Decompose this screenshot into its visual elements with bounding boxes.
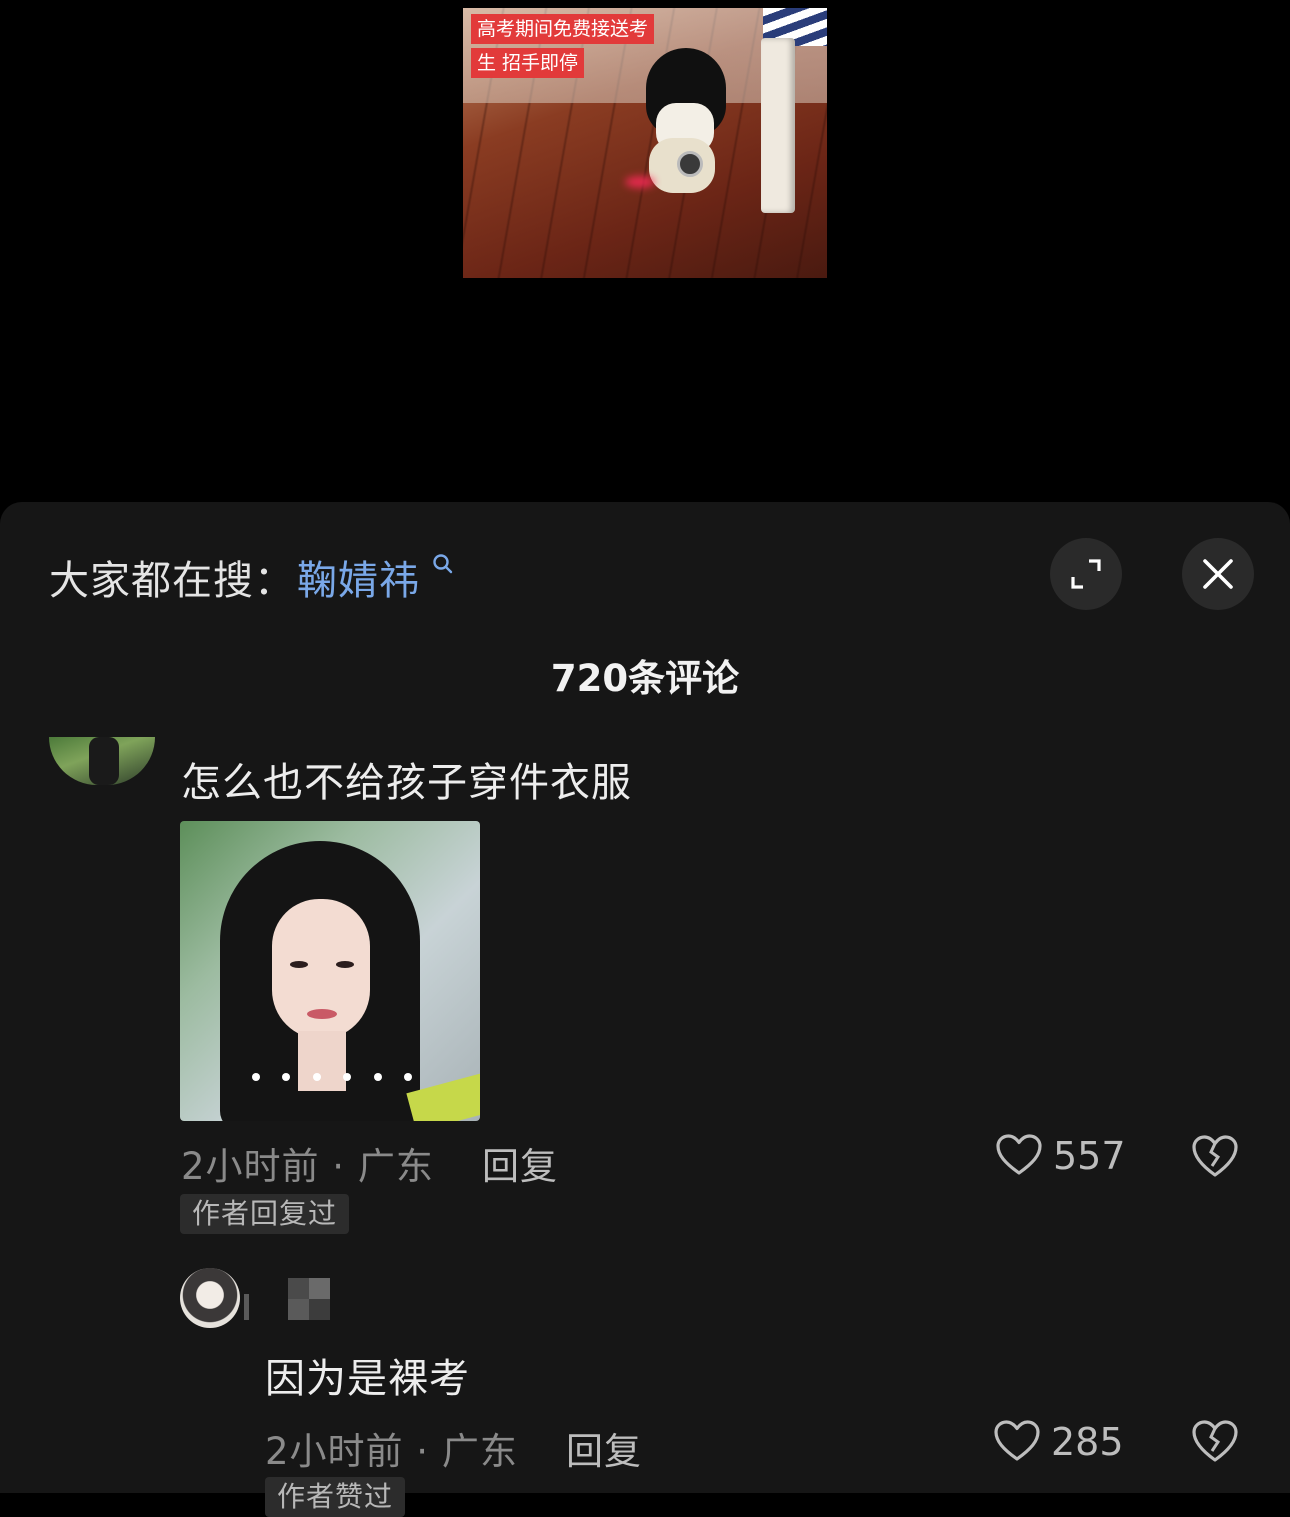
like-count: 557 [1053, 1134, 1126, 1178]
search-suggestion-term[interactable]: 鞠婧祎 [297, 548, 420, 606]
image-eye-right [336, 961, 354, 968]
video-red-light [625, 176, 655, 188]
reply-meta: 2小时前 · 广东 [265, 1430, 518, 1473]
video-caption-line2: 生 招手即停 [471, 48, 585, 78]
comment-image[interactable] [180, 821, 480, 1121]
reply-button[interactable]: 回复 [566, 1421, 642, 1475]
username-fragment [244, 1294, 249, 1320]
heart-icon[interactable] [995, 1133, 1043, 1177]
avatar-figure [89, 737, 119, 785]
comment-meta: 2小时前 · 广东 [181, 1145, 434, 1188]
broken-heart-icon[interactable] [1191, 1418, 1239, 1464]
broken-heart-icon[interactable] [1191, 1133, 1239, 1179]
author-liked-badge: 作者赞过 [265, 1477, 406, 1517]
image-lips [307, 1009, 337, 1019]
search-suggestion-prefix: 大家都在搜： [49, 558, 295, 604]
reply-text: 因为是裸考 [265, 1356, 470, 1402]
expand-icon [1071, 559, 1101, 589]
author-replied-badge: 作者回复过 [180, 1194, 350, 1234]
video-robot-eye [677, 151, 703, 177]
video-caption-line1: 高考期间免费接送考 [471, 14, 655, 44]
comment-count-title: 720条评论 [550, 657, 740, 700]
like-count: 285 [1051, 1420, 1124, 1464]
close-button[interactable] [1182, 538, 1254, 610]
expand-button[interactable] [1050, 538, 1122, 610]
comment-text: 怎么也不给孩子穿件衣服 [181, 760, 632, 806]
video-preview[interactable]: 高考期间免费接送考 生 招手即停 [463, 8, 827, 278]
reply-avatar[interactable] [180, 1268, 240, 1328]
video-table-leg [761, 38, 795, 213]
image-dots [252, 1073, 412, 1081]
reply-button[interactable]: 回复 [482, 1136, 558, 1190]
image-eye-left [290, 961, 308, 968]
heart-icon[interactable] [993, 1419, 1041, 1463]
username-mosaic[interactable] [288, 1278, 330, 1320]
image-neck [298, 1031, 346, 1091]
search-icon[interactable] [432, 553, 454, 575]
close-icon [1203, 559, 1233, 589]
